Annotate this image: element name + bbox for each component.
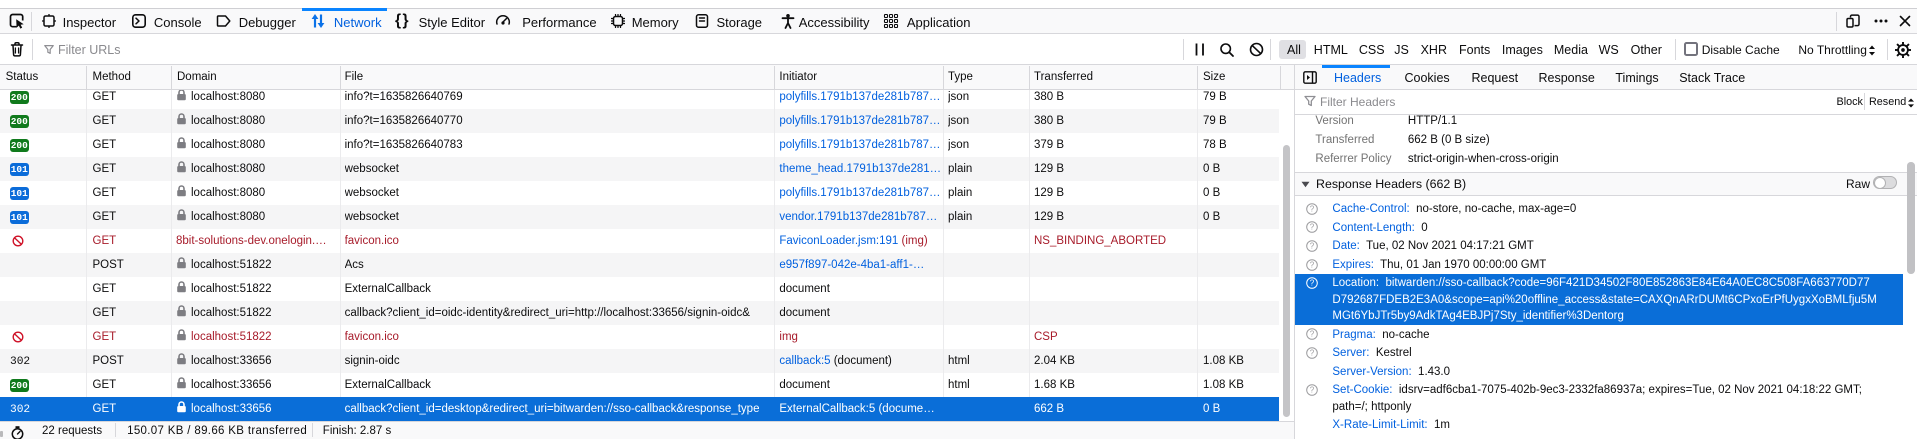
svg-text:?: ? [1309,386,1314,395]
svg-text:?: ? [1309,260,1314,269]
svg-text:?: ? [1309,223,1314,232]
svg-text:?: ? [1309,349,1314,358]
svg-text:?: ? [1309,279,1314,288]
svg-text:?: ? [1309,330,1314,339]
svg-text:?: ? [1309,242,1314,251]
svg-text:?: ? [1309,204,1314,213]
